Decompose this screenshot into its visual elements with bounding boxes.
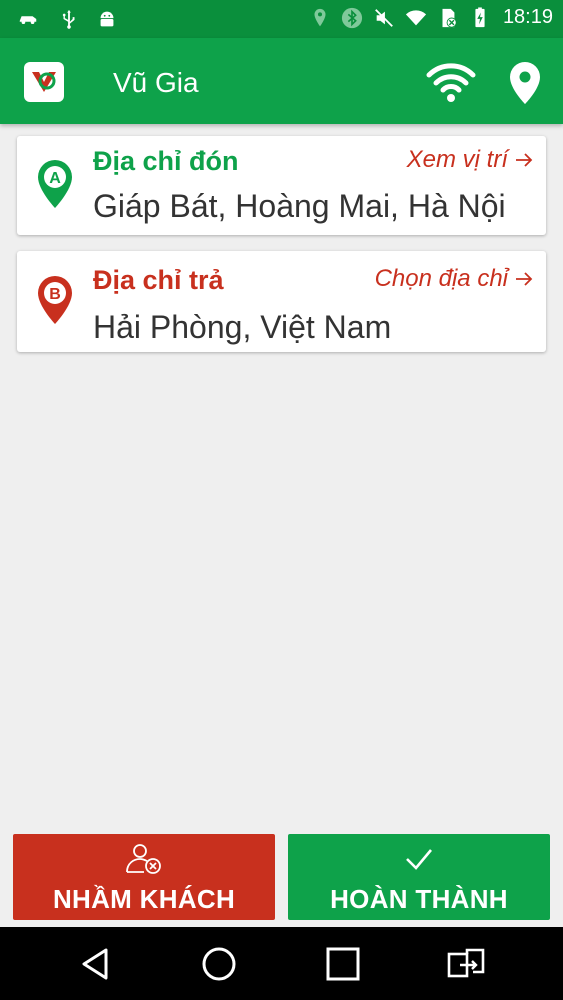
view-location-link[interactable]: Xem vị trí [407, 146, 534, 174]
user-cancel-icon [126, 844, 161, 874]
pickup-marker-a-icon: A [38, 160, 72, 208]
status-left-icons [14, 8, 118, 30]
usb-icon [62, 9, 75, 29]
app-logo-icon[interactable] [24, 62, 64, 102]
navigation-bar [0, 927, 563, 1000]
dropoff-marker-letter: B [49, 286, 61, 303]
app-bar: Vũ Gia [0, 38, 563, 124]
arrow-right-icon [516, 272, 533, 286]
check-icon [406, 849, 432, 870]
home-icon[interactable] [199, 944, 239, 984]
app-title: Vũ Gia [113, 67, 199, 98]
dropoff-label: Địa chỉ trả [93, 265, 224, 295]
android-icon [100, 11, 114, 27]
recents-icon[interactable] [323, 944, 363, 984]
choose-address-link[interactable]: Chọn địa chỉ [375, 265, 534, 293]
dropoff-marker-b-icon: B [38, 276, 72, 324]
location-icon [314, 8, 326, 26]
pickup-address: Giáp Bát, Hoàng Mai, Hà Nội [93, 188, 506, 224]
wifi-icon [405, 9, 427, 25]
arrow-right-icon [516, 153, 533, 167]
sim-icon [442, 8, 457, 28]
switch-app-icon[interactable] [446, 944, 486, 984]
complete-button[interactable]: HOÀN THÀNH [288, 834, 550, 920]
car-icon [19, 16, 37, 25]
location-pin-icon[interactable] [507, 60, 543, 106]
status-right-icons: 18:19 [309, 6, 553, 29]
wrong-customer-button[interactable]: NHẦM KHÁCH [13, 834, 275, 920]
view-location-label: Xem vị trí [406, 146, 508, 173]
wifi-icon[interactable] [426, 60, 476, 104]
back-icon[interactable] [76, 944, 116, 984]
complete-label: HOÀN THÀNH [330, 884, 508, 914]
dropoff-address: Hải Phòng, Việt Nam [93, 309, 392, 345]
battery-icon [475, 6, 485, 27]
status-bar: 18:19 [0, 0, 563, 38]
pickup-address-card[interactable]: A Địa chỉ đón Xem vị trí Giáp Bát, Hoàng… [17, 136, 546, 235]
mute-icon [375, 8, 393, 27]
bluetooth-icon [341, 7, 363, 28]
wrong-customer-label: NHẦM KHÁCH [52, 884, 236, 914]
status-time: 18:19 [502, 6, 553, 28]
pickup-marker-letter: A [49, 170, 61, 187]
choose-address-label: Chọn địa chỉ [374, 265, 508, 292]
dropoff-address-card[interactable]: B Địa chỉ trả Chọn địa chỉ Hải Phòng, Vi… [17, 251, 546, 352]
pickup-label: Địa chỉ đón [93, 146, 239, 176]
